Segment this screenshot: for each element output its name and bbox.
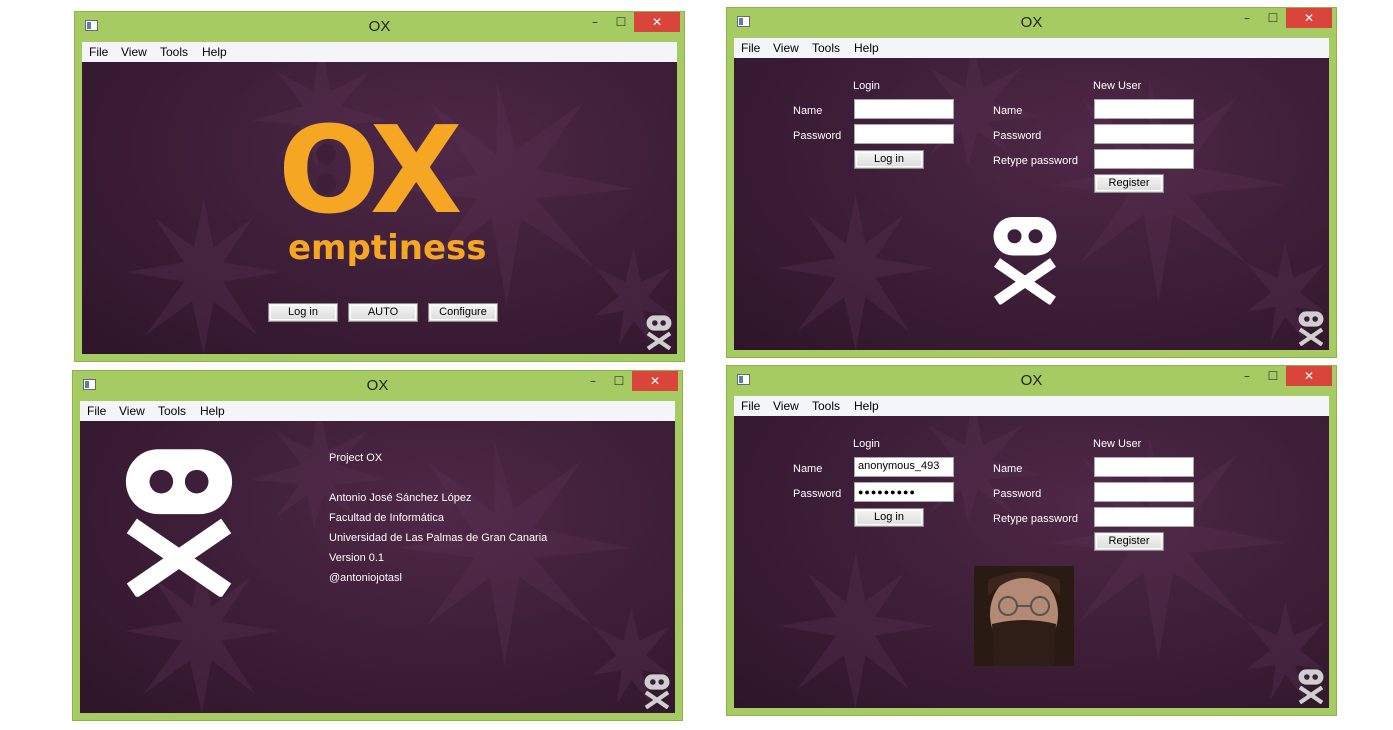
menu-bar: File View Tools Help [734,396,1329,416]
menu-tools[interactable]: Tools [812,41,840,55]
login-password-field[interactable] [854,124,954,144]
menu-file[interactable]: File [89,45,108,59]
client-area: Login New User Name Password Log in Name… [734,58,1329,350]
login-password-label: Password [793,488,842,500]
login-button[interactable]: Log in [854,508,924,527]
menu-tools[interactable]: Tools [160,45,188,59]
title-bar[interactable]: OX – ☐ ✕ [73,371,682,401]
window-about: OX – ☐ ✕ File View Tools Help Project OX… [72,370,683,721]
menu-bar: File View Tools Help [82,42,677,62]
new-name-label: Name [993,463,1023,475]
new-user-heading: New User [1093,80,1142,92]
ox-logo-icon [120,435,238,605]
close-icon[interactable]: ✕ [1286,366,1332,386]
new-password-field[interactable] [1094,482,1194,502]
about-version: Version 0.1 [329,552,385,564]
minimize-icon[interactable]: – [1234,366,1260,386]
close-icon[interactable]: ✕ [634,12,680,32]
about-university: Universidad de Las Palmas de Gran Canari… [329,532,548,544]
maximize-icon[interactable]: ☐ [608,12,634,32]
ox-watermark-icon [645,314,673,350]
menu-help[interactable]: Help [854,41,879,55]
ox-logo-icon [990,210,1060,308]
about-twitter: @antoniojotasl [329,572,402,584]
login-heading: Login [853,438,880,450]
ox-watermark-icon [643,673,671,709]
menu-tools[interactable]: Tools [812,399,840,413]
client-area: Project OX Antonio José Sánchez López Fa… [80,421,675,713]
about-author: Antonio José Sánchez López [329,492,472,504]
menu-file[interactable]: File [741,399,760,413]
about-faculty: Facultad de Informática [329,512,444,524]
login-password-label: Password [793,130,842,142]
close-icon[interactable]: ✕ [632,371,678,391]
close-icon[interactable]: ✕ [1286,8,1332,28]
menu-bar: File View Tools Help [80,401,675,421]
retype-password-field[interactable] [1094,149,1194,169]
svg-text:O: O [278,112,380,222]
window-login-filled: OX – ☐ ✕ File View Tools Help Login New … [726,365,1337,716]
menu-view[interactable]: View [773,41,799,55]
new-user-heading: New User [1093,438,1142,450]
title-bar[interactable]: OX – ☐ ✕ [727,366,1336,396]
menu-tools[interactable]: Tools [158,404,186,418]
new-password-label: Password [993,488,1042,500]
client-area: O X emptiness Log in AUTO Configure [82,62,677,354]
menu-view[interactable]: View [119,404,145,418]
login-password-field[interactable]: ●●●●●●●●● [854,482,954,502]
subtitle-text: emptiness [288,228,487,268]
about-project: Project OX [329,452,383,464]
window-login-empty: OX – ☐ ✕ File View Tools Help Login New … [726,7,1337,358]
ox-logo-icon: O X [278,112,463,222]
menu-file[interactable]: File [87,404,106,418]
new-name-field[interactable] [1094,99,1194,119]
login-button[interactable]: Log in [854,150,924,169]
new-name-field[interactable] [1094,457,1194,477]
retype-password-label: Retype password [993,155,1078,167]
title-bar[interactable]: OX – ☐ ✕ [75,12,684,42]
retype-password-field[interactable] [1094,507,1194,527]
login-name-field[interactable]: anonymous_493 [854,457,954,477]
login-button[interactable]: Log in [268,303,338,322]
maximize-icon[interactable]: ☐ [1260,8,1286,28]
user-photo [974,566,1074,666]
menu-help[interactable]: Help [200,404,225,418]
maximize-icon[interactable]: ☐ [606,371,632,391]
ox-watermark-icon [1297,668,1325,704]
window-splash: OX – ☐ ✕ File View Tools Help O X emptin… [74,11,685,362]
menu-bar: File View Tools Help [734,38,1329,58]
menu-view[interactable]: View [773,399,799,413]
client-area: Login New User Name anonymous_493 Passwo… [734,416,1329,708]
svg-text:X: X [370,112,463,222]
login-name-field[interactable] [854,99,954,119]
minimize-icon[interactable]: – [582,12,608,32]
auto-button[interactable]: AUTO [348,303,418,322]
ox-watermark-icon [1297,310,1325,346]
retype-password-label: Retype password [993,513,1078,525]
new-name-label: Name [993,105,1023,117]
minimize-icon[interactable]: – [580,371,606,391]
register-button[interactable]: Register [1094,532,1164,551]
minimize-icon[interactable]: – [1234,8,1260,28]
login-heading: Login [853,80,880,92]
login-name-label: Name [793,463,823,475]
login-name-label: Name [793,105,823,117]
title-bar[interactable]: OX – ☐ ✕ [727,8,1336,38]
configure-button[interactable]: Configure [428,303,498,322]
new-password-field[interactable] [1094,124,1194,144]
menu-file[interactable]: File [741,41,760,55]
menu-view[interactable]: View [121,45,147,59]
register-button[interactable]: Register [1094,174,1164,193]
maximize-icon[interactable]: ☐ [1260,366,1286,386]
menu-help[interactable]: Help [202,45,227,59]
menu-help[interactable]: Help [854,399,879,413]
new-password-label: Password [993,130,1042,142]
